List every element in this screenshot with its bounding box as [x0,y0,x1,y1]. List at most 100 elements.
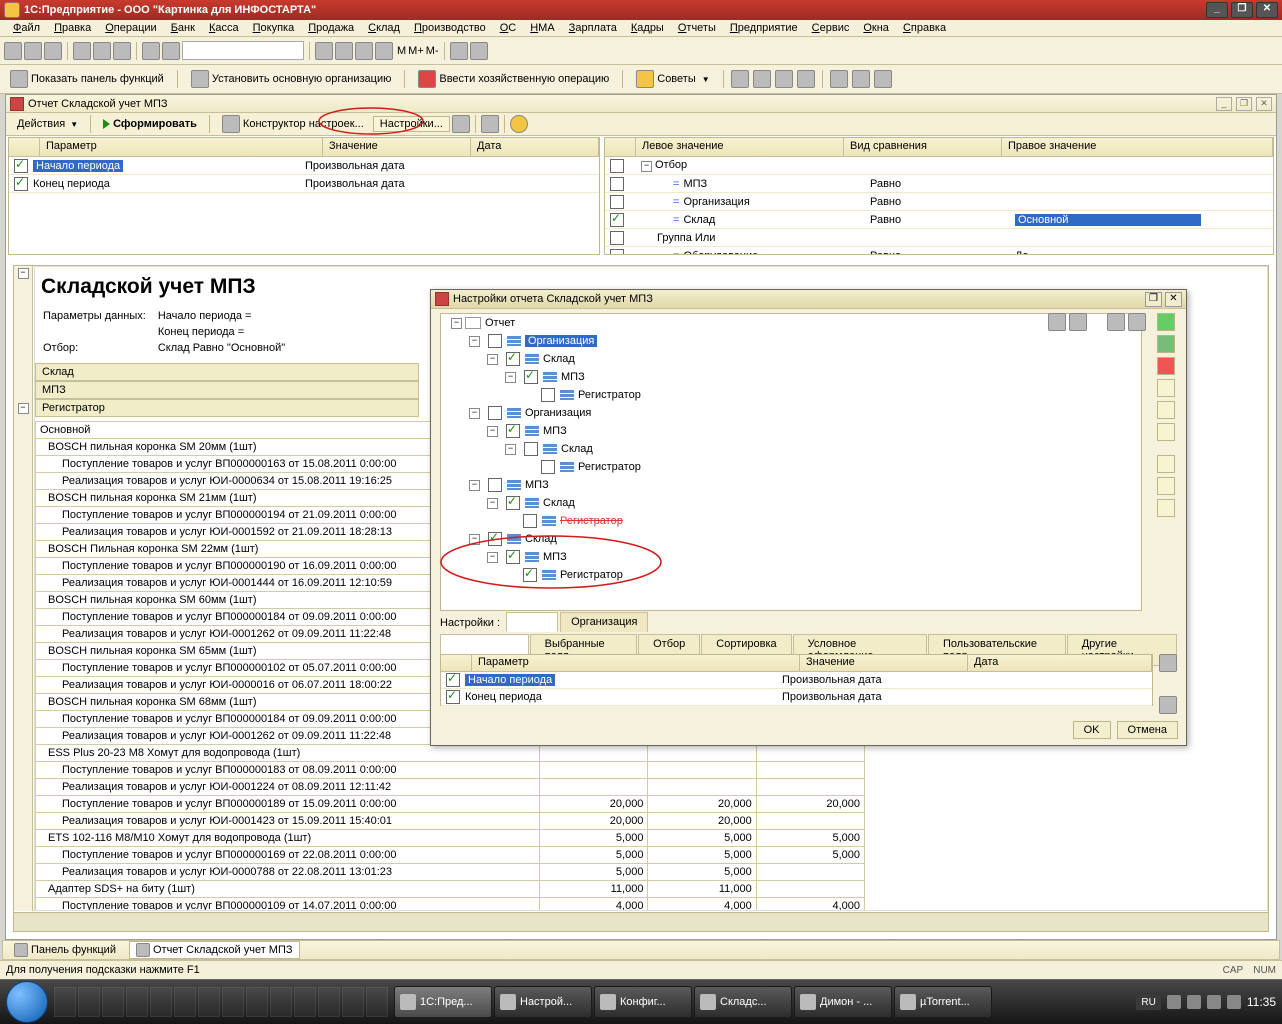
menu-предприятие[interactable]: Предприятие [723,20,805,36]
calendar-icon[interactable] [375,42,393,60]
col-right[interactable]: Правое значение [1002,138,1273,156]
doc-max-button[interactable]: ❐ [1236,97,1252,111]
tree-node[interactable]: −Отчет [441,314,1141,332]
tree-node[interactable]: −МПЗ [441,548,1141,566]
menu-ос[interactable]: ОС [493,20,524,36]
filter-row[interactable]: =СкладРавноОсновной [605,211,1273,229]
checkbox[interactable] [14,159,28,173]
undo-icon[interactable] [315,42,333,60]
pg-expand-icon[interactable] [1159,696,1177,714]
menu-нма[interactable]: НМА [523,20,561,36]
misc3-icon[interactable] [775,70,793,88]
tree-node[interactable]: −Склад [441,530,1141,548]
checkbox[interactable] [610,159,624,173]
taskbar-task[interactable]: Складс... [694,986,792,1018]
redo-icon[interactable] [335,42,353,60]
ql4-icon[interactable] [126,987,148,1017]
checkbox[interactable] [610,213,624,227]
menu-операции[interactable]: Операции [98,20,163,36]
up-icon[interactable] [1157,401,1175,419]
filter-row[interactable]: −Отбор [605,157,1273,175]
menu-продажа[interactable]: Продажа [301,20,361,36]
pg-edit-icon[interactable] [1159,654,1177,672]
ql14-icon[interactable] [366,987,388,1017]
copy-icon[interactable] [93,42,111,60]
ql8-icon[interactable] [222,987,244,1017]
actions-button[interactable]: Действия▼ [10,116,85,132]
tray2-icon[interactable] [1187,995,1201,1009]
set-org-button[interactable]: Установить основную организацию [185,68,398,90]
mem-m[interactable]: M [397,45,406,57]
menu-сервис[interactable]: Сервис [805,20,857,36]
tree-tool1-icon[interactable] [1048,313,1066,331]
menu-отчеты[interactable]: Отчеты [671,20,723,36]
checkbox[interactable] [610,195,624,209]
enter-op-button[interactable]: Ввести хозяйственную операцию [412,68,615,90]
ql12-icon[interactable] [318,987,340,1017]
ql1-icon[interactable] [54,987,76,1017]
tree-node[interactable]: −МПЗ [441,476,1141,494]
checkbox[interactable] [506,496,520,510]
open-icon[interactable] [24,42,42,60]
tray3-icon[interactable] [1207,995,1221,1009]
print-icon[interactable] [142,42,160,60]
checkbox[interactable] [446,673,460,687]
ql6-icon[interactable] [174,987,196,1017]
ql11-icon[interactable] [294,987,316,1017]
col-comp[interactable]: Вид сравнения [844,138,1002,156]
doc-min-button[interactable]: _ [1216,97,1232,111]
taskbar-task[interactable]: Димон - ... [794,986,892,1018]
checkbox[interactable] [523,568,537,582]
checkbox[interactable] [488,478,502,492]
down-icon[interactable] [1157,423,1175,441]
close-button[interactable]: ✕ [1256,2,1278,18]
ql5-icon[interactable] [150,987,172,1017]
checkbox[interactable] [610,177,624,191]
checkbox[interactable] [524,370,538,384]
param-row[interactable]: Начало периодаПроизвольная дата [9,157,599,175]
show-panel-button[interactable]: Показать панель функций [4,68,170,90]
filter-row[interactable]: Группа Или [605,229,1273,247]
menu-банк[interactable]: Банк [164,20,202,36]
app-tab[interactable]: Панель функций [7,941,123,959]
doc-close-button[interactable]: ✕ [1256,97,1272,111]
menu-файл[interactable]: Файл [6,20,47,36]
filter-row[interactable]: =ОрганизацияРавно [605,193,1273,211]
checkbox[interactable] [488,334,502,348]
misc2-icon[interactable] [753,70,771,88]
menu-зарплата[interactable]: Зарплата [562,20,624,36]
taskbar-task[interactable]: Настрой... [494,986,592,1018]
form-button[interactable]: Сформировать [96,116,204,132]
menu-покупка[interactable]: Покупка [246,20,302,36]
mem-mminus[interactable]: M- [426,45,439,57]
delete-icon[interactable] [1157,357,1175,375]
mem-mplus[interactable]: M+ [408,45,424,57]
dialog-titlebar[interactable]: Настройки отчета Складской учет МПЗ ❐ ✕ [431,290,1186,309]
tray1-icon[interactable] [1167,995,1181,1009]
info-icon[interactable] [470,42,488,60]
menu-окна[interactable]: Окна [856,20,896,36]
checkbox[interactable] [506,352,520,366]
menu-производство[interactable]: Производство [407,20,493,36]
checkbox[interactable] [488,532,502,546]
taskbar-task[interactable]: Конфиг... [594,986,692,1018]
wizard-button[interactable]: Конструктор настроек... [215,113,371,135]
menu-касса[interactable]: Касса [202,20,246,36]
search-icon[interactable] [162,42,180,60]
misc6-icon[interactable] [852,70,870,88]
tree-node[interactable]: −МПЗ [441,422,1141,440]
tree-node[interactable]: −Организация [441,404,1141,422]
ql2-icon[interactable] [78,987,100,1017]
tree-node[interactable]: Регистратор [441,458,1141,476]
filter-row[interactable]: =МПЗРавно [605,175,1273,193]
help-icon[interactable] [450,42,468,60]
filter-row[interactable]: =ОборудованиеРавноДа [605,247,1273,254]
tree-node[interactable]: −Склад [441,494,1141,512]
maximize-button[interactable]: ❐ [1231,2,1253,18]
search-combo[interactable] [182,41,304,60]
tree-node[interactable]: −МПЗ [441,368,1141,386]
col-left[interactable]: Левое значение [636,138,844,156]
param-row[interactable]: Конец периодаПроизвольная дата [9,175,599,193]
tree-tool3-icon[interactable] [1107,313,1125,331]
taskbar-task[interactable]: 1С:Пред... [394,986,492,1018]
